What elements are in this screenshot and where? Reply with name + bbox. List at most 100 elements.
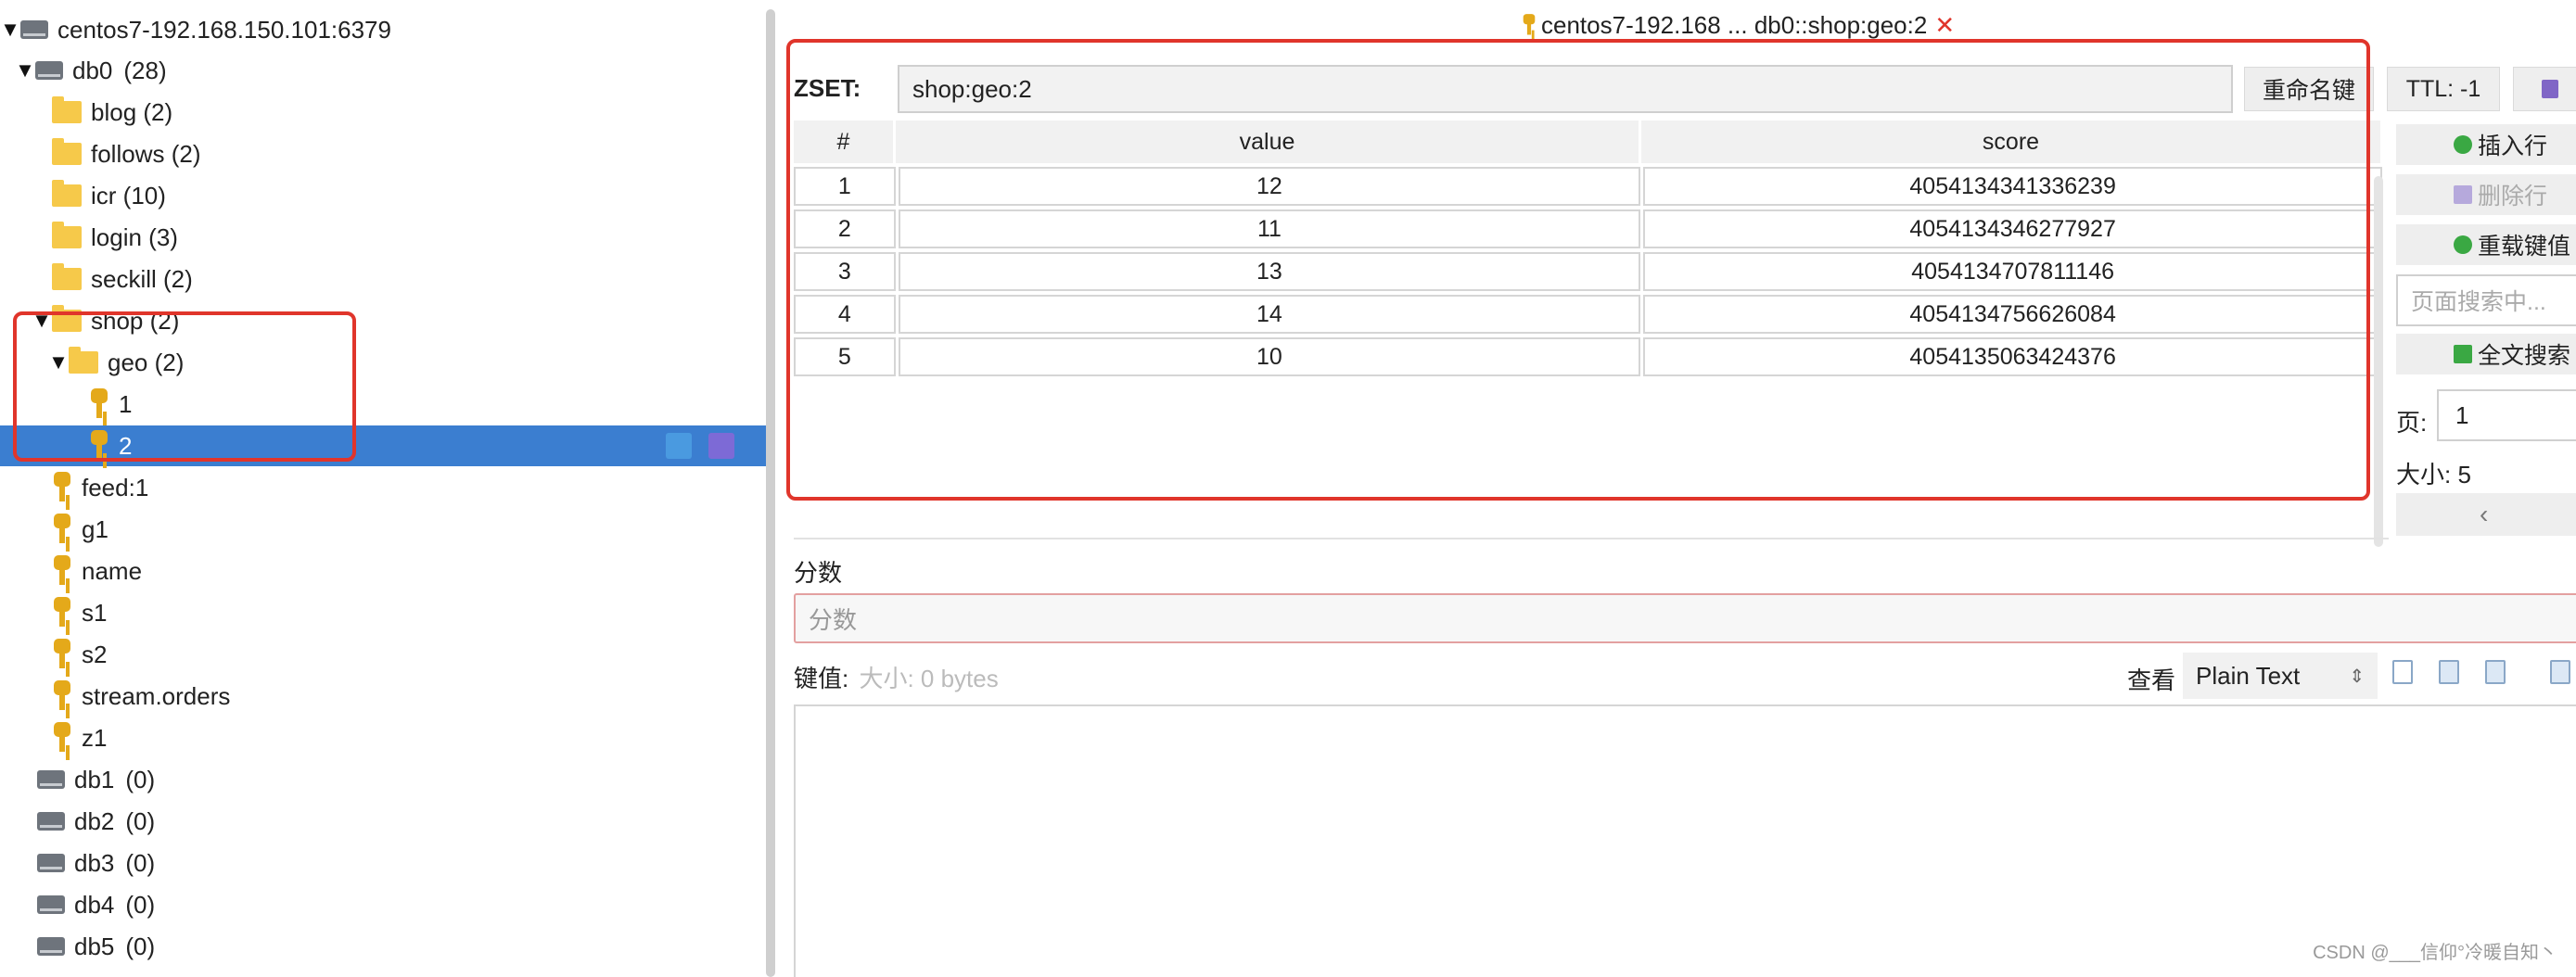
row-value[interactable]: 14 (898, 295, 1641, 334)
db-label: db3 (74, 848, 115, 877)
edit-key-icon[interactable] (666, 433, 692, 459)
tree-folder-seckill[interactable]: seckill (2) (52, 259, 827, 299)
row-score[interactable]: 4054134707811146 (1643, 252, 2382, 291)
column-header-index[interactable]: # (794, 121, 896, 163)
row-score[interactable]: 4054135063424376 (1643, 337, 2382, 376)
table-row[interactable]: 3 13 4054134707811146 (794, 252, 2385, 291)
tree-key-z1[interactable]: z1 (52, 717, 827, 758)
tree-key-g1[interactable]: g1 (52, 509, 827, 550)
row-value[interactable]: 12 (898, 167, 1641, 206)
table-row[interactable]: 1 12 4054134341336239 (794, 167, 2385, 206)
row-value[interactable]: 10 (898, 337, 1641, 376)
reload-value-button[interactable]: 重载键值 (2396, 224, 2576, 265)
table-row[interactable]: 4 14 4054134756626084 (794, 295, 2385, 334)
key-label: stream.orders (82, 681, 231, 710)
delete-key-button[interactable] (2513, 67, 2576, 111)
prev-page-button[interactable]: ‹ (2396, 493, 2576, 536)
insert-row-label: 插入行 (2478, 133, 2548, 159)
view-mode-select[interactable]: Plain Text ⇕ (2183, 653, 2378, 699)
tree-folder-shop[interactable]: ▼ shop (2) (32, 300, 807, 341)
page-search-input[interactable]: 页面搜索中... (2396, 274, 2576, 326)
tree-key-stream-orders[interactable]: stream.orders (52, 676, 827, 717)
tree-db0[interactable]: ▼ db0 (28) (15, 50, 790, 91)
folder-icon (52, 222, 82, 248)
delete-key-icon[interactable] (708, 433, 734, 459)
folder-label: seckill (2) (91, 264, 193, 293)
expand-arrow-icon[interactable]: ▼ (0, 18, 20, 42)
panel-splitter[interactable] (766, 9, 775, 977)
tree-db5[interactable]: db5 (0) (37, 926, 812, 967)
column-header-value[interactable]: value (896, 121, 1641, 163)
key-label: 1 (119, 389, 133, 418)
folder-label: icr (10) (91, 181, 166, 209)
delete-row-button[interactable]: 删除行 (2396, 174, 2576, 215)
row-index: 4 (794, 295, 896, 334)
key-icon (52, 472, 72, 503)
tree-folder-blog[interactable]: blog (2) (52, 92, 827, 133)
value-size-line: 键值: 大小: 0 bytes (794, 660, 999, 694)
score-input[interactable]: 分数 (794, 593, 2576, 643)
tree-folder-follows[interactable]: follows (2) (52, 133, 827, 174)
editor-tab[interactable]: centos7-192.168 ... db0::shop:geo:2 ✕ (1519, 9, 1955, 41)
expand-arrow-icon[interactable]: ▼ (48, 350, 69, 374)
rename-key-button[interactable]: 重命名键 (2244, 67, 2374, 111)
db-label: db2 (74, 806, 115, 835)
expand-arrow-icon[interactable]: ▼ (15, 58, 35, 82)
tree-db3[interactable]: db3 (0) (37, 843, 812, 883)
tree-db4[interactable]: db4 (0) (37, 884, 812, 925)
row-score[interactable]: 4054134341336239 (1643, 167, 2382, 206)
db-count: (0) (125, 806, 156, 835)
value-editor[interactable] (794, 704, 2576, 977)
table-scrollbar[interactable] (2374, 176, 2383, 547)
folder-label: geo (2) (108, 348, 185, 376)
fulltext-search-button[interactable]: 全文搜索 (2396, 334, 2576, 374)
tree-connection[interactable]: ▼ centos7-192.168.150.101:6379 (0, 9, 775, 50)
tree-folder-login[interactable]: login (3) (52, 217, 827, 258)
database-icon (35, 61, 63, 80)
key-icon (52, 639, 72, 670)
tree-key-feed[interactable]: feed:1 (52, 467, 827, 508)
tree-key-geo-1[interactable]: 1 (89, 384, 864, 425)
tree-key-s2[interactable]: s2 (52, 634, 827, 675)
key-name-field[interactable]: shop:geo:2 (898, 65, 2233, 113)
key-icon (89, 388, 109, 420)
table-row[interactable]: 2 11 4054134346277927 (794, 209, 2385, 248)
row-score[interactable]: 4054134756626084 (1643, 295, 2382, 334)
column-header-score[interactable]: score (1641, 121, 2383, 163)
save-icon[interactable] (2550, 660, 2570, 684)
updown-chevron-icon: ⇕ (2349, 666, 2365, 687)
tree-key-geo-2-selected[interactable]: 2 (0, 425, 775, 466)
tree-db2[interactable]: db2 (0) (37, 801, 812, 842)
row-score[interactable]: 4054134346277927 (1643, 209, 2382, 248)
database-icon (37, 937, 65, 956)
row-index: 3 (794, 252, 896, 291)
folder-label: shop (2) (91, 306, 180, 335)
tree-key-s1[interactable]: s1 (52, 592, 827, 633)
tree-folder-geo[interactable]: ▼ geo (2) (48, 342, 823, 383)
folder-open-icon (52, 305, 82, 332)
page-number-input[interactable]: 1 (2437, 389, 2576, 441)
db-label: db1 (74, 765, 115, 793)
folder-icon (52, 138, 82, 165)
close-tab-icon[interactable]: ✕ (1934, 11, 1955, 40)
insert-row-button[interactable]: 插入行 (2396, 124, 2576, 165)
folder-label: blog (2) (91, 97, 173, 126)
row-value[interactable]: 11 (898, 209, 1641, 248)
row-value[interactable]: 13 (898, 252, 1641, 291)
db-count: (0) (125, 848, 156, 877)
format-icon[interactable] (2439, 660, 2459, 684)
tree-folder-icr[interactable]: icr (10) (52, 175, 827, 216)
tree-db1[interactable]: db1 (0) (37, 759, 812, 800)
key-label: feed:1 (82, 473, 149, 501)
ttl-button[interactable]: TTL: -1 (2387, 67, 2500, 111)
trash-icon (2454, 185, 2472, 204)
key-icon (52, 597, 72, 628)
document-icon[interactable] (2485, 660, 2506, 684)
copy-icon[interactable] (2392, 660, 2413, 684)
expand-arrow-icon[interactable]: ▼ (32, 309, 52, 333)
database-icon (37, 770, 65, 789)
tree-key-name[interactable]: name (52, 551, 827, 591)
table-row[interactable]: 5 10 4054135063424376 (794, 337, 2385, 376)
key-icon (89, 430, 109, 462)
page-size-label: 大小: 5 (2396, 461, 2471, 488)
